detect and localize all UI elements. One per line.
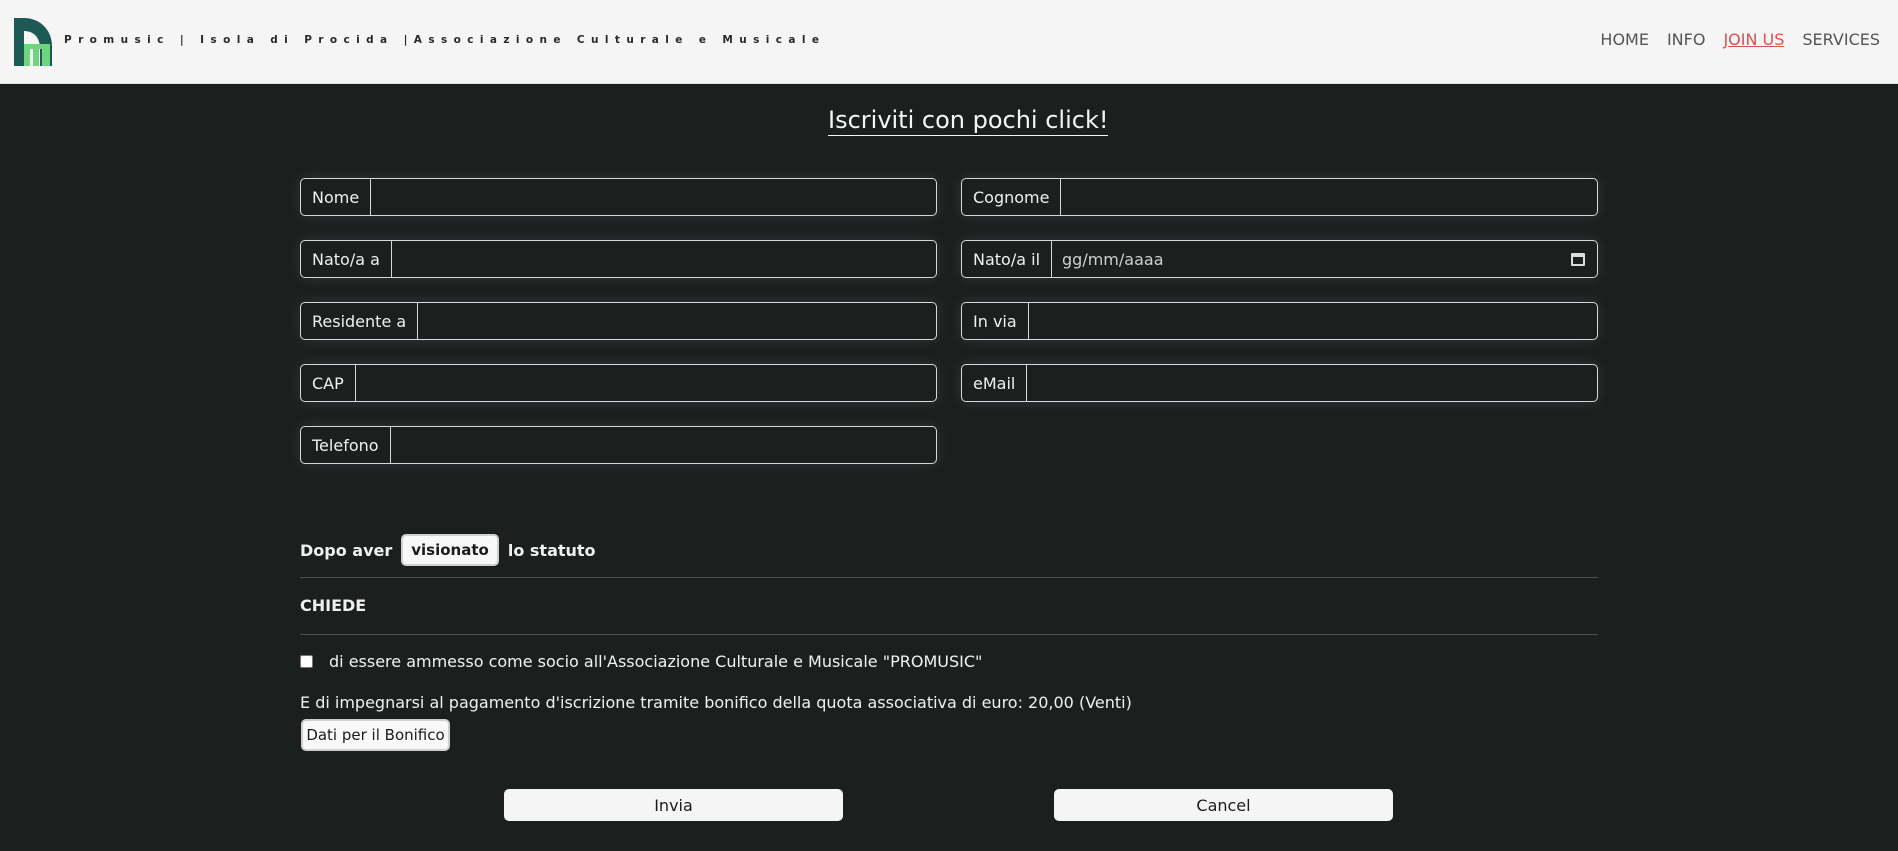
divider-bottom — [300, 634, 1598, 635]
cognome-input[interactable] — [1061, 179, 1597, 215]
email-input[interactable] — [1027, 365, 1597, 401]
via-label: In via — [962, 303, 1029, 339]
top-navbar: Promusic | Isola di Procida |Associazion… — [0, 0, 1898, 84]
page-title: Iscriviti con pochi click! — [828, 106, 1109, 136]
cognome-field-group: Cognome — [961, 178, 1598, 216]
residente-field-group: Residente a — [300, 302, 937, 340]
date-input[interactable]: gg/mm/aaaa — [1052, 241, 1571, 277]
statuto-before-text: Dopo aver — [300, 540, 393, 560]
bonifico-button[interactable]: Dati per il Bonifico — [301, 719, 450, 751]
email-label: eMail — [962, 365, 1028, 401]
nato-il-field-group: Nato/a il gg/mm/aaaa — [961, 240, 1598, 278]
socio-checkbox[interactable] — [300, 655, 313, 668]
payment-text: E di impegnarsi al pagamento d'iscrizion… — [300, 693, 1132, 712]
cap-input[interactable] — [355, 365, 936, 401]
nav-services-link[interactable]: SERVICES — [1802, 30, 1880, 49]
chiede-heading: CHIEDE — [300, 596, 367, 615]
brand-tagline: Promusic | Isola di Procida |Associazion… — [64, 34, 826, 46]
nome-field-group: Nome — [300, 178, 937, 216]
cancel-button[interactable]: Cancel — [1054, 789, 1393, 821]
telefono-field-group: Telefono — [300, 426, 937, 464]
divider-top — [300, 577, 1598, 578]
nome-label: Nome — [301, 179, 372, 215]
calendar-icon[interactable] — [1571, 252, 1585, 266]
socio-checkbox-label[interactable]: di essere ammesso come socio all'Associa… — [329, 652, 982, 671]
nato-a-label: Nato/a a — [301, 241, 392, 277]
nato-a-field-group: Nato/a a — [300, 240, 937, 278]
nato-il-label: Nato/a il — [962, 241, 1053, 277]
visionato-button[interactable]: visionato — [401, 534, 499, 566]
nav-join-us-link[interactable]: JOIN US — [1723, 30, 1784, 49]
cognome-label: Cognome — [962, 179, 1062, 215]
telefono-input[interactable] — [390, 427, 936, 463]
nome-input[interactable] — [371, 179, 936, 215]
submit-button[interactable]: Invia — [504, 789, 843, 821]
via-input[interactable] — [1028, 303, 1597, 339]
main-nav: HOME INFO JOIN US SERVICES — [1582, 30, 1880, 49]
cap-field-group: CAP — [300, 364, 937, 402]
telefono-label: Telefono — [301, 427, 391, 463]
socio-checkbox-row: di essere ammesso come socio all'Associa… — [300, 652, 982, 671]
nav-info-link[interactable]: INFO — [1667, 30, 1705, 49]
email-field-group: eMail — [961, 364, 1598, 402]
nato-a-input[interactable] — [391, 241, 936, 277]
via-field-group: In via — [961, 302, 1598, 340]
statuto-line: Dopo aver visionato lo statuto — [300, 534, 596, 566]
residente-input[interactable] — [418, 303, 936, 339]
cap-label: CAP — [301, 365, 356, 401]
promusic-logo[interactable] — [12, 14, 54, 68]
nav-home-link[interactable]: HOME — [1600, 30, 1649, 49]
statuto-after-text: lo statuto — [507, 540, 596, 560]
residente-label: Residente a — [301, 303, 419, 339]
